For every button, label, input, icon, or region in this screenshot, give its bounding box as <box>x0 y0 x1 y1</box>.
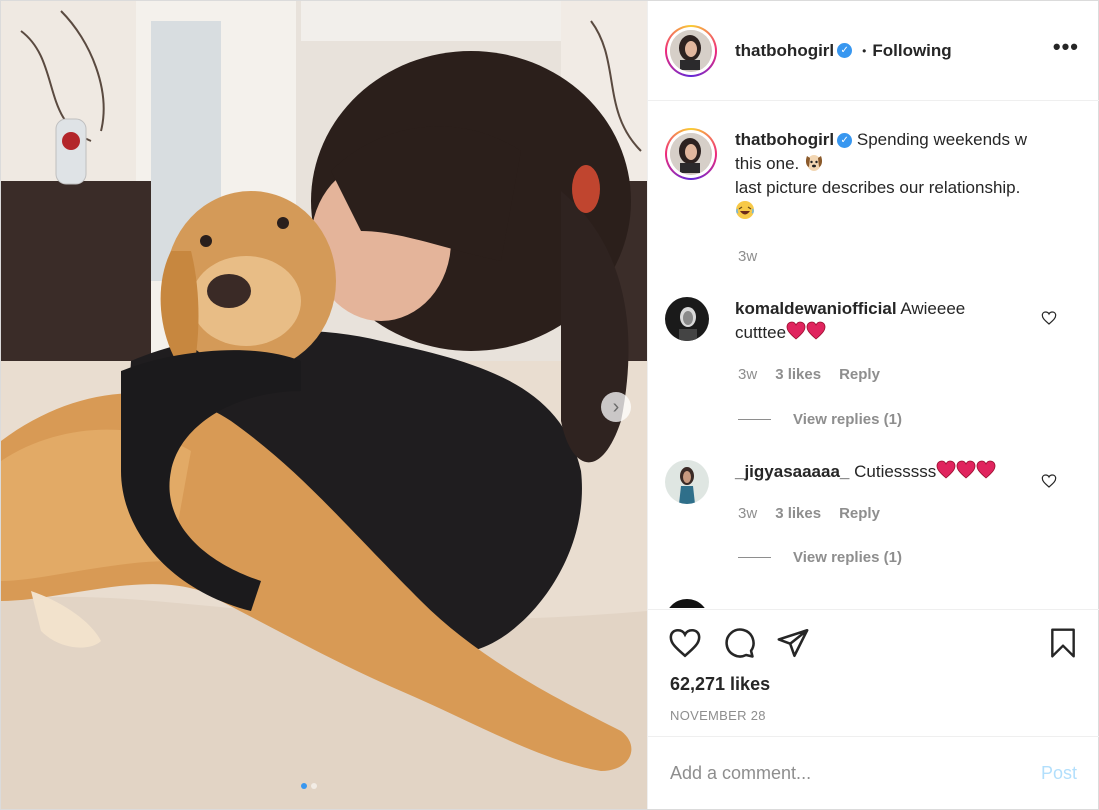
comment-text: komaldewaniofficial Awieeee cutttee <box>735 297 1035 345</box>
comment-time: 3w <box>738 366 758 383</box>
comment-icon[interactable] <box>722 626 756 660</box>
like-heart-icon[interactable] <box>668 626 702 660</box>
author-username[interactable]: thatbohogirl <box>735 41 834 61</box>
comment-username[interactable]: komaldewaniofficial <box>735 299 897 318</box>
following-button[interactable]: Following <box>872 41 951 61</box>
post-header: thatbohogirl ✓ • Following ••• <box>648 1 1099 101</box>
commenter-avatar[interactable] <box>665 297 709 341</box>
carousel-dot <box>311 783 317 789</box>
caption-line: this one. <box>735 154 800 173</box>
comment-row: _jigyasaaaaa_ Cutiesssss <box>665 460 1035 504</box>
header-author: thatbohogirl ✓ • Following <box>735 41 952 61</box>
caption-avatar[interactable] <box>665 128 717 180</box>
view-replies-label: View replies (1) <box>793 411 902 428</box>
laughing-emoji-icon <box>736 201 754 219</box>
add-comment-bar: Post <box>648 736 1099 809</box>
save-bookmark-icon[interactable] <box>1047 626 1079 660</box>
post-photo[interactable]: › <box>1 1 647 809</box>
author-avatar[interactable] <box>665 24 717 77</box>
commenter-avatar[interactable] <box>665 460 709 504</box>
caption-row: thatbohogirl ✓ Spending weekends w this o… <box>665 128 1065 224</box>
red-heart-emoji-icon <box>976 460 996 479</box>
comment-username[interactable]: _jigyasaaaaa_ <box>735 462 849 481</box>
red-heart-emoji-icon <box>786 321 806 340</box>
commenter-avatar[interactable] <box>665 599 709 608</box>
verified-badge-icon: ✓ <box>837 133 853 149</box>
comment-heart-icon[interactable] <box>1041 310 1057 326</box>
comment-meta: 3w 3 likes Reply <box>738 366 880 383</box>
comment-time: 3w <box>738 505 758 522</box>
comments-list[interactable]: thatbohogirl ✓ Spending weekends w this o… <box>648 102 1099 608</box>
post-modal: › thatbohogirl ✓ • Following ••• thatboh… <box>0 0 1099 810</box>
caption-line: last picture describes our relationship. <box>735 178 1021 197</box>
photo-illustration <box>1 1 647 809</box>
separator-dot: • <box>862 43 867 58</box>
view-replies-button[interactable]: View replies (1) <box>738 549 902 566</box>
comment-input[interactable] <box>670 762 1010 784</box>
replies-divider <box>738 557 771 558</box>
more-options-icon[interactable]: ••• <box>1053 36 1079 58</box>
caption-meta: 3w <box>738 248 757 265</box>
post-side-panel: thatbohogirl ✓ • Following ••• thatbohog… <box>647 1 1099 809</box>
comment-body: Awieeee <box>900 299 966 318</box>
comment-body: cutttee <box>735 323 787 342</box>
likes-count[interactable]: 62,271 likes <box>670 674 770 695</box>
comment-likes[interactable]: 3 likes <box>775 505 821 522</box>
view-replies-label: View replies (1) <box>793 549 902 566</box>
share-icon[interactable] <box>776 626 810 660</box>
verified-badge-icon: ✓ <box>837 43 853 58</box>
post-date: NOVEMBER 28 <box>670 708 766 723</box>
caption-username[interactable]: thatbohogirl <box>735 130 834 149</box>
reply-button[interactable]: Reply <box>839 366 880 383</box>
carousel-indicator <box>301 783 317 789</box>
dog-face-emoji-icon <box>805 155 823 171</box>
carousel-dot <box>301 783 307 789</box>
caption-text: thatbohogirl ✓ Spending weekends w this o… <box>735 128 1065 224</box>
comment-row: komaldewaniofficial Awieeee cutttee <box>665 297 1035 345</box>
post-comment-button[interactable]: Post <box>1041 763 1077 784</box>
comment-meta: 3w 3 likes Reply <box>738 505 880 522</box>
next-arrow-icon[interactable]: › <box>601 392 631 422</box>
comment-likes[interactable]: 3 likes <box>775 366 821 383</box>
red-heart-emoji-icon <box>936 460 956 479</box>
replies-divider <box>738 419 771 420</box>
caption-line: Spending weekends w <box>856 130 1028 149</box>
view-replies-button[interactable]: View replies (1) <box>738 411 902 428</box>
reply-button[interactable]: Reply <box>839 505 880 522</box>
red-heart-emoji-icon <box>806 321 826 340</box>
post-actions: 62,271 likes NOVEMBER 28 <box>648 609 1099 736</box>
comment-heart-icon[interactable] <box>1041 473 1057 489</box>
red-heart-emoji-icon <box>956 460 976 479</box>
comment-text: _jigyasaaaaa_ Cutiesssss <box>735 460 1035 504</box>
comment-body: Cutiesssss <box>854 462 937 481</box>
caption-time: 3w <box>738 248 758 265</box>
